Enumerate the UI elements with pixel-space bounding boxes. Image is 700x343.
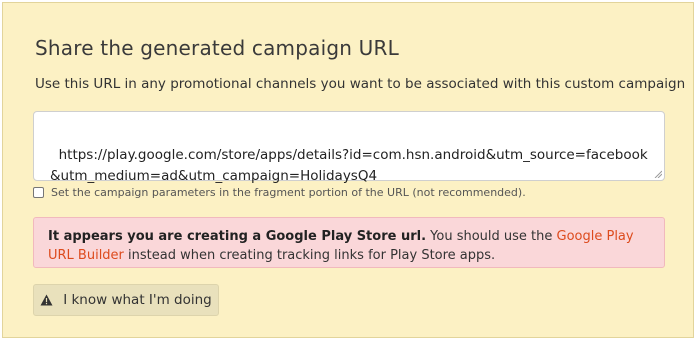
fragment-checkbox[interactable] bbox=[33, 187, 44, 198]
confirm-button-label: I know what I'm doing bbox=[63, 292, 212, 308]
fragment-option-row[interactable]: Set the campaign parameters in the fragm… bbox=[33, 186, 526, 199]
warning-icon bbox=[40, 294, 53, 306]
i-know-what-im-doing-button[interactable]: I know what I'm doing bbox=[33, 284, 219, 316]
alert-text-after-link: instead when creating tracking links for… bbox=[123, 248, 496, 263]
alert-bold-text: It appears you are creating a Google Pla… bbox=[48, 229, 427, 244]
panel-subtitle: Use this URL in any promotional channels… bbox=[35, 76, 686, 92]
panel-title: Share the generated campaign URL bbox=[35, 36, 399, 60]
fragment-checkbox-label: Set the campaign parameters in the fragm… bbox=[51, 186, 526, 199]
generated-url-textarea[interactable]: https://play.google.com/store/apps/detai… bbox=[33, 111, 665, 184]
play-store-alert: It appears you are creating a Google Pla… bbox=[33, 217, 665, 268]
resize-handle-icon[interactable] bbox=[654, 170, 662, 178]
alert-text-before-link: You should use the bbox=[426, 229, 557, 244]
generated-url-text: https://play.google.com/store/apps/detai… bbox=[50, 147, 648, 184]
